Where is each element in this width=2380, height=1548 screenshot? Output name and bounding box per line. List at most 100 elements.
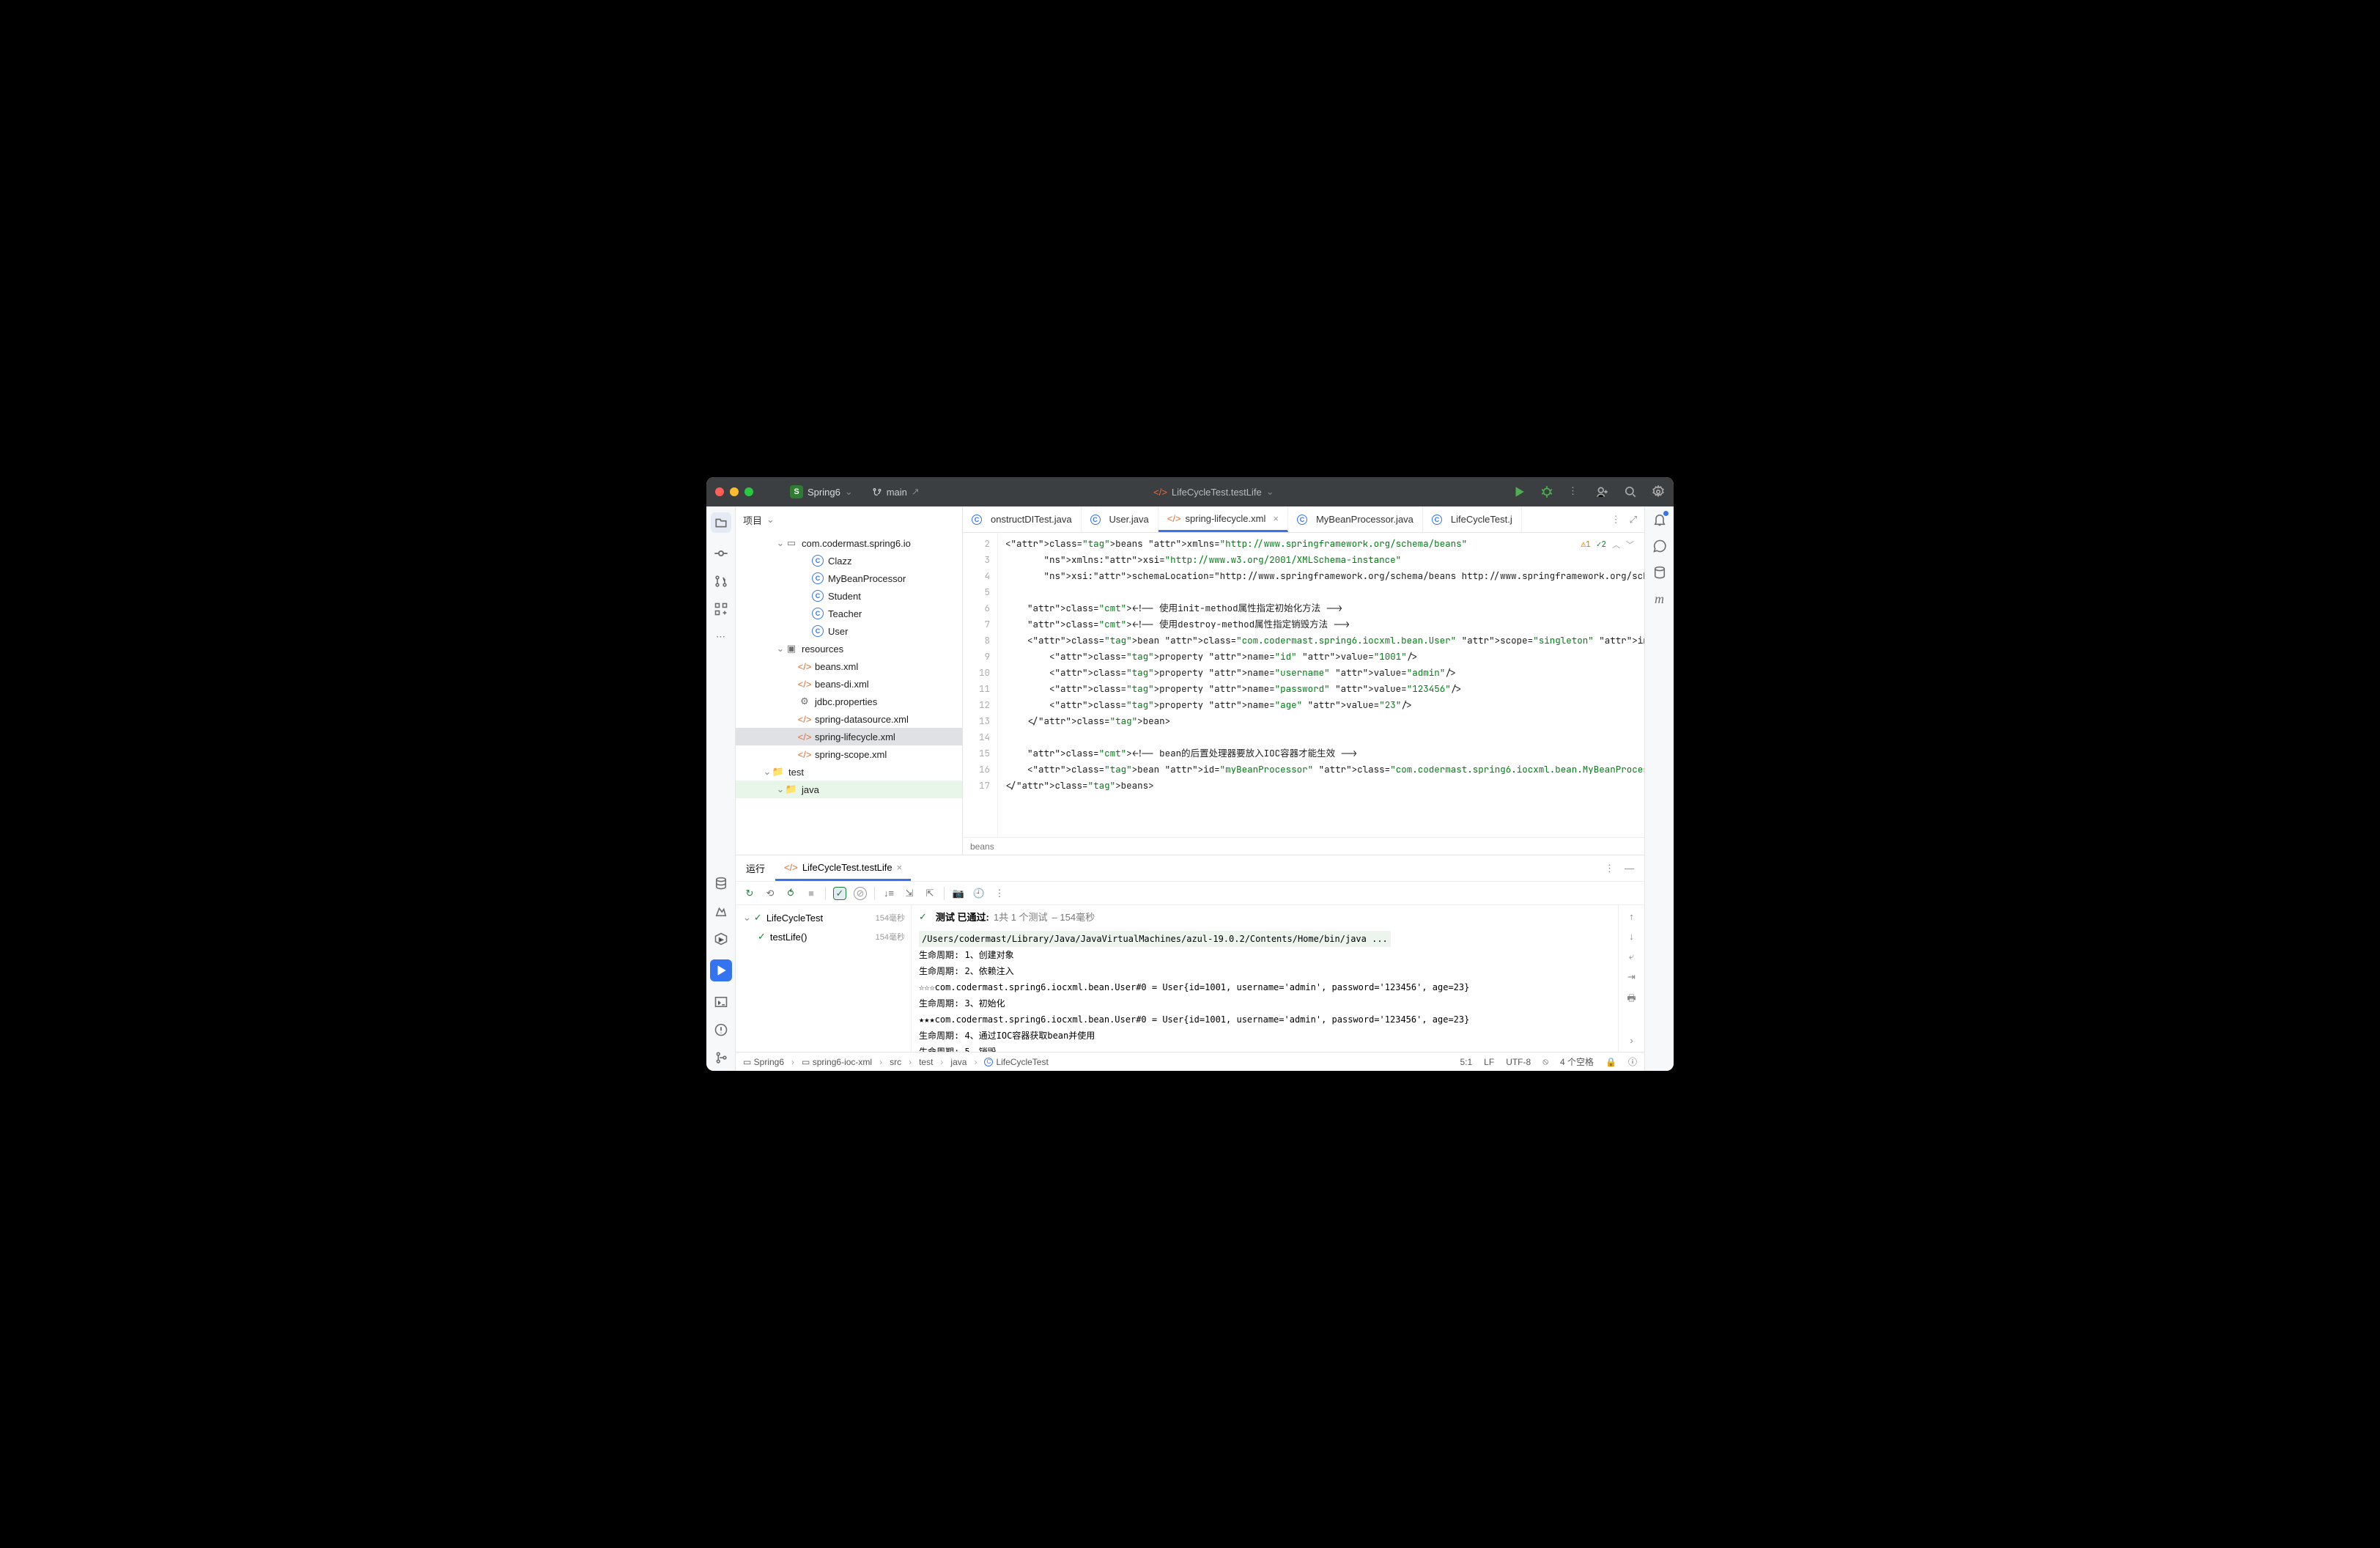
- vcs-tool-icon[interactable]: [714, 1050, 728, 1065]
- editor-tab[interactable]: ConstructDITest.java: [963, 506, 1082, 532]
- readonly-icon[interactable]: ⦸: [1542, 1056, 1548, 1067]
- screenshot-icon[interactable]: 📷: [952, 887, 965, 900]
- settings-icon[interactable]: [1652, 485, 1665, 498]
- soft-wrap-icon[interactable]: ⤶: [1629, 951, 1634, 962]
- project-tool-icon[interactable]: [711, 512, 731, 533]
- gutter: 234567891011121314151617: [963, 533, 998, 837]
- problems-tool-icon[interactable]: [714, 1022, 728, 1037]
- build-tool-icon[interactable]: [714, 904, 728, 918]
- toggle-auto-icon[interactable]: ⥀: [784, 887, 797, 900]
- ai-assistant-icon[interactable]: [1652, 539, 1667, 553]
- show-ignored-icon[interactable]: ⊘: [854, 887, 867, 900]
- close-icon[interactable]: ×: [897, 862, 903, 873]
- tree-item[interactable]: ⌄📁test: [736, 763, 962, 781]
- status-bar: ▭ Spring6›▭ spring6-ioc-xml›src›test›jav…: [736, 1052, 1644, 1071]
- collapse-icon[interactable]: ⇱: [923, 887, 936, 900]
- notifications-icon[interactable]: [1652, 512, 1667, 527]
- indent-setting[interactable]: 4 个空格: [1560, 1055, 1594, 1068]
- project-panel-header[interactable]: 项目 ⌄: [736, 506, 962, 533]
- info-icon[interactable]: ⓘ: [1628, 1055, 1637, 1068]
- more-icon[interactable]: ⋮: [1605, 863, 1614, 874]
- close-icon[interactable]: ×: [1273, 513, 1279, 524]
- close-window[interactable]: [715, 487, 724, 496]
- search-icon[interactable]: [1624, 485, 1637, 498]
- tree-item[interactable]: CTeacher: [736, 605, 962, 622]
- titlebar-actions: ⋮: [1512, 485, 1665, 498]
- code-content[interactable]: <"attr">class="tag">beans "attr">xmlns="…: [998, 533, 1644, 837]
- project-badge: S: [790, 485, 803, 498]
- scroll-up-icon[interactable]: ↑: [1629, 911, 1634, 922]
- lock-icon[interactable]: 🔒: [1605, 1057, 1616, 1067]
- line-separator[interactable]: LF: [1484, 1057, 1494, 1067]
- commit-tool-icon[interactable]: [714, 546, 728, 561]
- tree-item[interactable]: </>spring-lifecycle.xml: [736, 728, 962, 745]
- print-icon[interactable]: 🖶: [1627, 992, 1636, 1008]
- project-name[interactable]: Spring6: [808, 487, 840, 498]
- tree-item[interactable]: CStudent: [736, 587, 962, 605]
- chevron-down-icon[interactable]: ﹀: [1626, 539, 1634, 550]
- chevron-up-icon[interactable]: ︿: [1612, 539, 1620, 550]
- more-tools-icon[interactable]: ⋯: [714, 630, 728, 644]
- project-tree[interactable]: ⌄▭com.codermast.spring6.ioCClazzCMyBeanP…: [736, 533, 962, 855]
- show-passed-icon[interactable]: ✓: [833, 887, 846, 900]
- editor-tab[interactable]: CLifeCycleTest.j: [1423, 506, 1522, 532]
- tree-item[interactable]: CMyBeanProcessor: [736, 570, 962, 587]
- tree-item[interactable]: CUser: [736, 622, 962, 640]
- code-with-me-icon[interactable]: [1596, 485, 1609, 498]
- expand-icon[interactable]: ⤢: [1630, 514, 1637, 526]
- run-button[interactable]: [1512, 485, 1526, 498]
- run-label: 运行: [736, 861, 775, 875]
- editor-tab[interactable]: CUser.java: [1082, 506, 1158, 532]
- zoom-window[interactable]: [744, 487, 753, 496]
- run-tool-icon[interactable]: [710, 959, 732, 981]
- tree-item[interactable]: </>spring-datasource.xml: [736, 710, 962, 728]
- editor-tab[interactable]: CMyBeanProcessor.java: [1288, 506, 1423, 532]
- ok-badge: ✓2: [1597, 539, 1606, 550]
- tree-item[interactable]: ⌄📁java: [736, 781, 962, 798]
- editor-tab[interactable]: </>spring-lifecycle.xml×: [1158, 506, 1288, 532]
- structure-tool-icon[interactable]: [714, 602, 728, 616]
- test-row[interactable]: ⌄✓LifeCycleTest154毫秒: [736, 908, 911, 927]
- tree-item[interactable]: ⌄▭com.codermast.spring6.io: [736, 534, 962, 552]
- minimize-icon[interactable]: —: [1625, 863, 1634, 874]
- tree-item[interactable]: </>spring-scope.xml: [736, 745, 962, 763]
- expand-icon[interactable]: ⇲: [903, 887, 916, 900]
- rerun-icon[interactable]: ↻: [743, 887, 756, 900]
- test-row[interactable]: ✓testLife()154毫秒: [736, 927, 911, 946]
- caret-position[interactable]: 5:1: [1460, 1057, 1472, 1067]
- test-summary: ✓ 测试 已通过: 1共 1 个测试 – 154毫秒: [912, 905, 1618, 928]
- console-output[interactable]: /Users/codermast/Library/Java/JavaVirtua…: [912, 928, 1618, 1052]
- tree-item[interactable]: ⚙jdbc.properties: [736, 693, 962, 710]
- chevron-right-icon[interactable]: ›: [1630, 1035, 1633, 1046]
- scroll-down-icon[interactable]: ↓: [1629, 931, 1634, 942]
- minimize-window[interactable]: [730, 487, 739, 496]
- services-tool-icon[interactable]: [714, 932, 728, 946]
- test-tree[interactable]: ⌄✓LifeCycleTest154毫秒✓testLife()154毫秒: [736, 905, 912, 1052]
- tree-item[interactable]: </>beans-di.xml: [736, 675, 962, 693]
- run-config-tab[interactable]: </> LifeCycleTest.testLife ×: [775, 855, 911, 881]
- sort-icon[interactable]: ↓≡: [882, 887, 895, 900]
- scroll-to-end-icon[interactable]: ⇥: [1627, 971, 1636, 983]
- database-tool-icon[interactable]: [714, 876, 728, 891]
- nav-breadcrumb[interactable]: ▭ Spring6›▭ spring6-ioc-xml›src›test›jav…: [743, 1057, 1049, 1067]
- pull-request-icon[interactable]: [714, 574, 728, 589]
- tree-item[interactable]: ⌄▣resources: [736, 640, 962, 657]
- code-editor[interactable]: 234567891011121314151617 <"attr">class="…: [963, 533, 1644, 837]
- debug-button[interactable]: [1540, 485, 1553, 498]
- history-icon[interactable]: 🕘: [972, 887, 986, 900]
- inspection-badges[interactable]: ⚠1 ✓2 ︿ ﹀: [1578, 537, 1637, 552]
- more-icon[interactable]: ⋮: [1611, 514, 1621, 526]
- vcs-branch[interactable]: main ↗: [872, 486, 920, 498]
- file-encoding[interactable]: UTF-8: [1506, 1057, 1531, 1067]
- database-icon[interactable]: [1652, 565, 1667, 580]
- tree-item[interactable]: </>beans.xml: [736, 657, 962, 675]
- rerun-failed-icon[interactable]: ⟲: [764, 887, 777, 900]
- run-config-selector[interactable]: </> LifeCycleTest.testLife ⌄: [920, 486, 1512, 498]
- editor-breadcrumb[interactable]: beans: [963, 837, 1644, 855]
- more-icon[interactable]: ⋮: [993, 887, 1006, 900]
- terminal-tool-icon[interactable]: [714, 995, 728, 1009]
- more-actions-icon[interactable]: ⋮: [1568, 485, 1581, 498]
- tree-item[interactable]: CClazz: [736, 552, 962, 570]
- stop-icon[interactable]: ■: [805, 887, 818, 900]
- maven-icon[interactable]: m: [1652, 591, 1667, 606]
